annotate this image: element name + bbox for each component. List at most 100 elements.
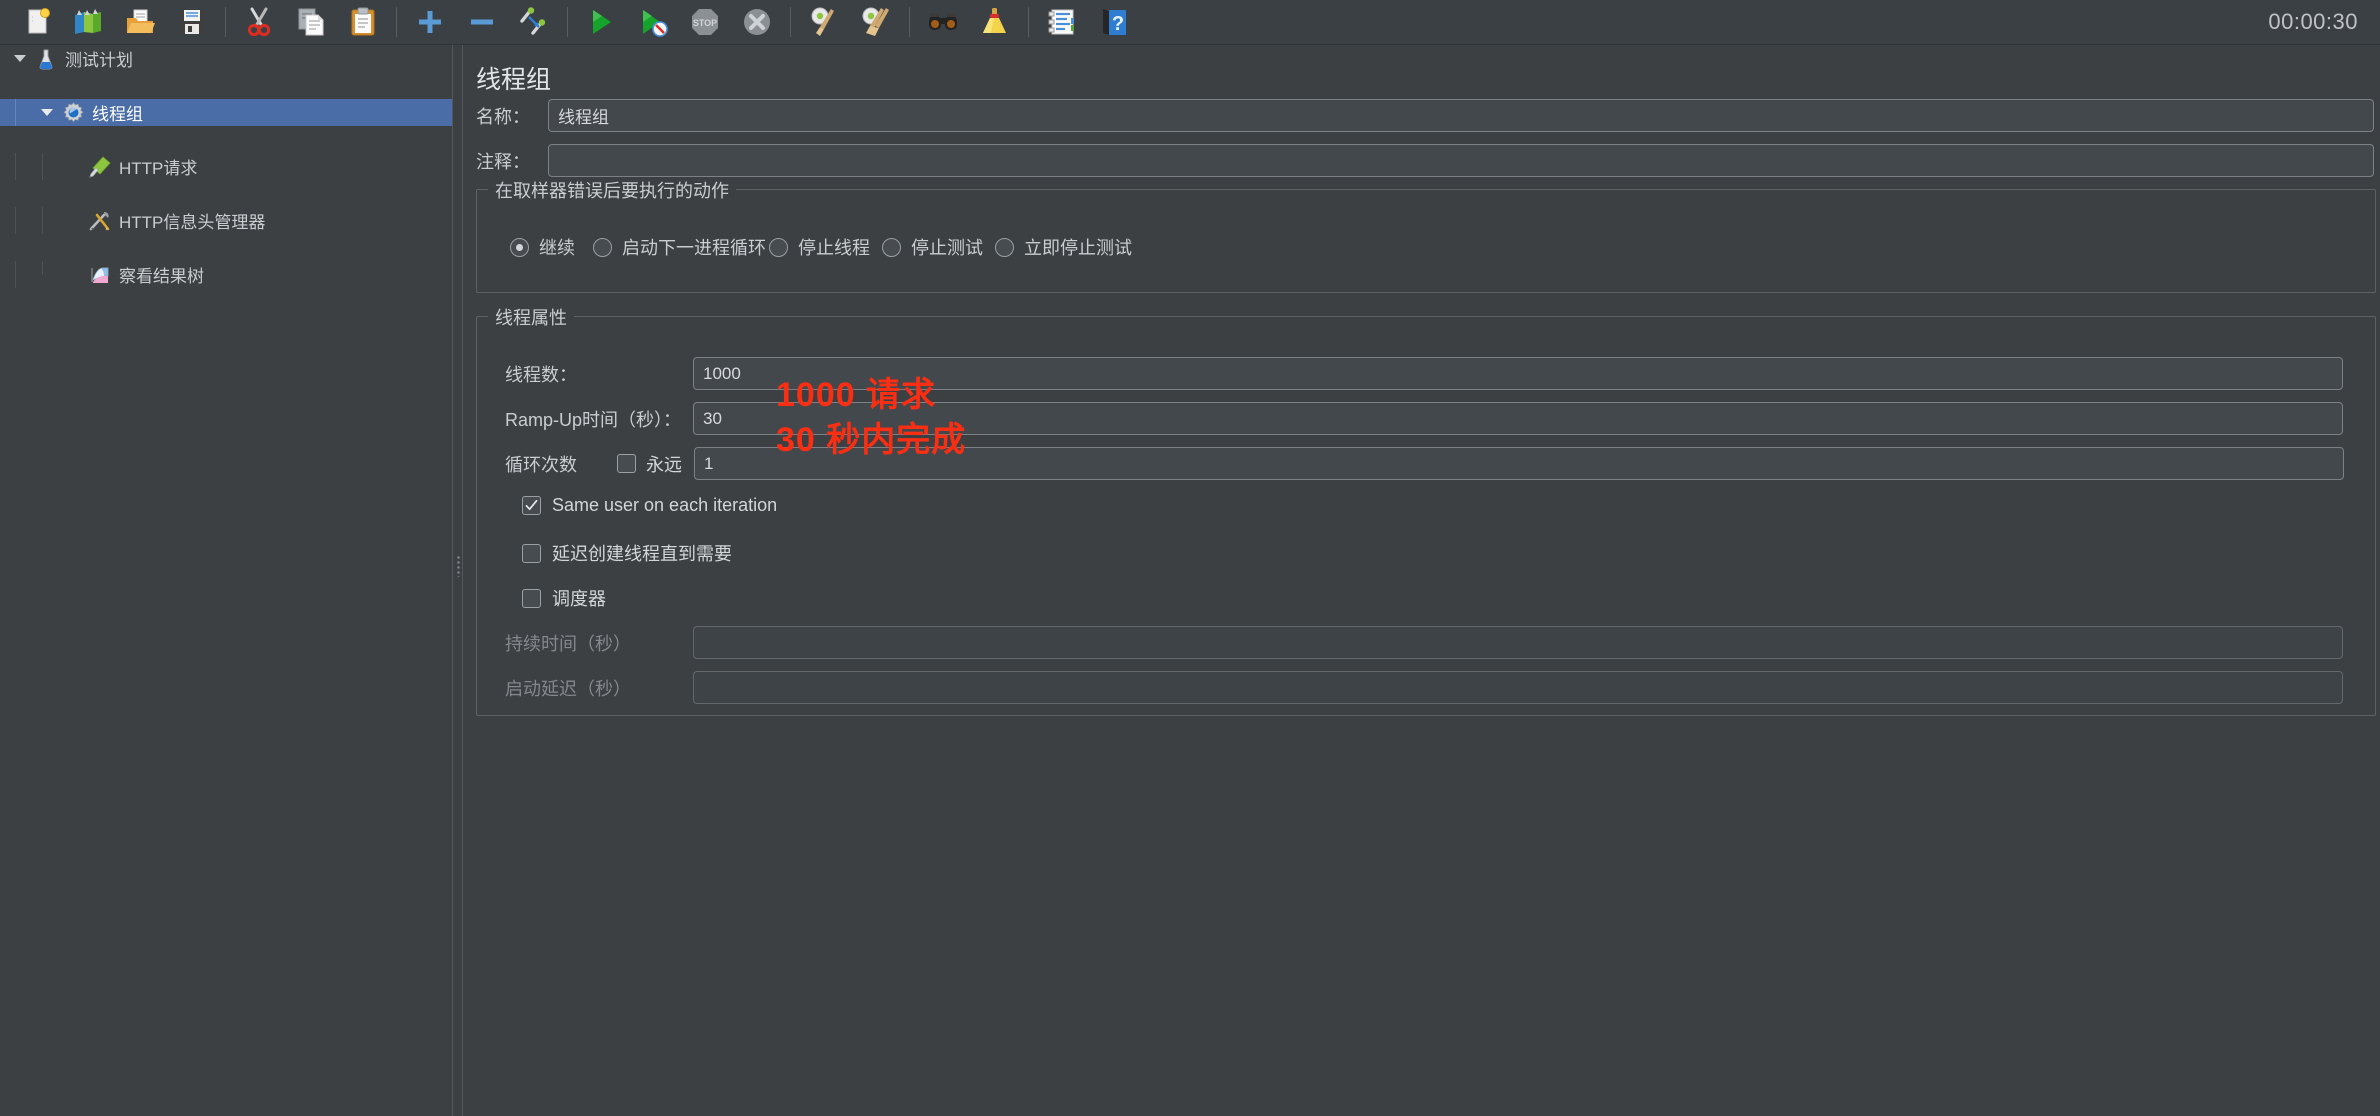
toolbar-separator (567, 7, 568, 37)
tree-guide (42, 207, 43, 234)
clear-all-button[interactable] (850, 0, 902, 44)
radio-indicator[interactable] (769, 238, 788, 257)
radio-stop-thread[interactable]: 停止线程 (769, 234, 870, 260)
name-input[interactable]: 线程组 (548, 99, 2374, 132)
tree-node-label: 测试计划 (59, 46, 133, 71)
radio-stop-test-now[interactable]: 立即停止测试 (995, 234, 1132, 260)
collapse-all-icon (465, 5, 499, 39)
start-no-pauses-button[interactable] (627, 0, 679, 44)
delayed-start-label: 延迟创建线程直到需要 (552, 540, 732, 566)
templates-icon (71, 5, 105, 39)
open-button[interactable] (114, 0, 166, 44)
radio-indicator[interactable] (882, 238, 901, 257)
delayed-start-row[interactable]: 延迟创建线程直到需要 (522, 540, 732, 566)
save-button[interactable] (166, 0, 218, 44)
search-button[interactable] (917, 0, 969, 44)
help-icon: ? (1097, 5, 1131, 39)
forever-checkbox[interactable] (617, 454, 636, 473)
start-no-pauses-icon (636, 5, 670, 39)
toolbar-separator (790, 7, 791, 37)
name-label: 名称： (476, 103, 538, 129)
annotation-rampup: 30 秒内完成 (776, 412, 966, 461)
radio-stop-test[interactable]: 停止测试 (882, 234, 983, 260)
thread-properties-group: 线程属性 线程数： 1000 Ramp-Up时间（秒）： 30 循环次数 永远 … (476, 316, 2376, 716)
toggle-icon (517, 5, 551, 39)
expand-toggle[interactable] (6, 55, 33, 62)
start-icon (584, 5, 618, 39)
same-user-row[interactable]: Same user on each iteration (522, 495, 777, 516)
panel-splitter[interactable] (452, 45, 463, 1116)
comment-input[interactable] (548, 144, 2374, 177)
radio-continue[interactable]: 继续 (510, 234, 575, 260)
clear-button[interactable] (798, 0, 850, 44)
search-icon (926, 5, 960, 39)
scheduler-label: 调度器 (552, 585, 606, 611)
tree-guide (15, 99, 16, 126)
reset-search-icon (978, 5, 1012, 39)
startup-delay-input[interactable] (693, 671, 2343, 704)
toolbar: STOP (0, 0, 2380, 45)
delayed-start-checkbox[interactable] (522, 544, 541, 563)
templates-button[interactable] (62, 0, 114, 44)
stop-icon: STOP (688, 5, 722, 39)
loops-label: 循环次数 (505, 451, 610, 477)
tree-guide (15, 207, 16, 234)
duration-input[interactable] (693, 626, 2343, 659)
radio-indicator[interactable] (995, 238, 1014, 257)
scheduler-row[interactable]: 调度器 (522, 585, 606, 611)
tree-node-test-plan[interactable]: 测试计划 (0, 45, 452, 72)
radio-label: 立即停止测试 (1024, 234, 1132, 260)
on-sampler-error-group: 在取样器错误后要执行的动作 继续 启动下一进程循环 停止线程 停止测试 立即停止… (476, 189, 2376, 293)
radio-indicator[interactable] (510, 238, 529, 257)
toggle-button[interactable] (508, 0, 560, 44)
scheduler-checkbox[interactable] (522, 589, 541, 608)
svg-text:?: ? (1112, 13, 1124, 35)
copy-icon (294, 5, 328, 39)
tree-node-thread-group[interactable]: 线程组 (0, 99, 452, 126)
shutdown-button[interactable] (731, 0, 783, 44)
comment-field-row: 注释： (476, 144, 2376, 177)
radio-label: 继续 (539, 234, 575, 260)
tree-guide (15, 261, 16, 288)
test-plan-tree[interactable]: 测试计划 线程组 HTTP请求 (0, 45, 452, 1116)
tree-node-http-request[interactable]: HTTP请求 (0, 153, 452, 180)
rampup-label: Ramp-Up时间（秒）： (505, 406, 685, 432)
expand-all-icon (413, 5, 447, 39)
stop-button[interactable]: STOP (679, 0, 731, 44)
expand-all-button[interactable] (404, 0, 456, 44)
thread-group-config-panel: 线程组 名称： 线程组 注释： 在取样器错误后要执行的动作 继续 启动下一进程循… (464, 45, 2380, 1116)
threads-input[interactable]: 1000 (693, 357, 2343, 390)
clear-icon (807, 5, 841, 39)
toolbar-separator (1028, 7, 1029, 37)
duration-label: 持续时间（秒） (505, 630, 685, 656)
open-icon (123, 5, 157, 39)
toolbar-separator (909, 7, 910, 37)
tree-node-label: HTTP信息头管理器 (113, 208, 265, 233)
elapsed-timer: 00:00:30 (2268, 9, 2358, 35)
collapse-all-button[interactable] (456, 0, 508, 44)
radio-start-next-loop[interactable]: 启动下一进程循环 (593, 234, 766, 260)
cut-icon (242, 5, 276, 39)
start-button[interactable] (575, 0, 627, 44)
startup-delay-field-row: 启动延迟（秒） (505, 671, 2355, 704)
tree-node-header-manager[interactable]: HTTP信息头管理器 (0, 207, 452, 234)
radio-indicator[interactable] (593, 238, 612, 257)
copy-button[interactable] (285, 0, 337, 44)
thread-properties-title: 线程属性 (488, 304, 574, 330)
radio-label: 启动下一进程循环 (622, 234, 766, 260)
tree-node-view-results-tree[interactable]: 察看结果树 (0, 261, 452, 288)
same-user-label: Same user on each iteration (552, 495, 777, 516)
threads-label: 线程数： (505, 361, 685, 387)
function-helper-button[interactable] (1036, 0, 1088, 44)
cut-button[interactable] (233, 0, 285, 44)
expand-toggle[interactable] (33, 109, 60, 116)
help-button[interactable]: ? (1088, 0, 1140, 44)
reset-search-button[interactable] (969, 0, 1021, 44)
splitter-grip[interactable] (457, 555, 460, 577)
paste-button[interactable] (337, 0, 389, 44)
toolbar-separator (396, 7, 397, 37)
new-test-plan-button[interactable] (10, 0, 62, 44)
on-sampler-error-title: 在取样器错误后要执行的动作 (488, 177, 736, 203)
same-user-checkbox[interactable] (522, 496, 541, 515)
tree-node-label: 线程组 (86, 100, 143, 125)
